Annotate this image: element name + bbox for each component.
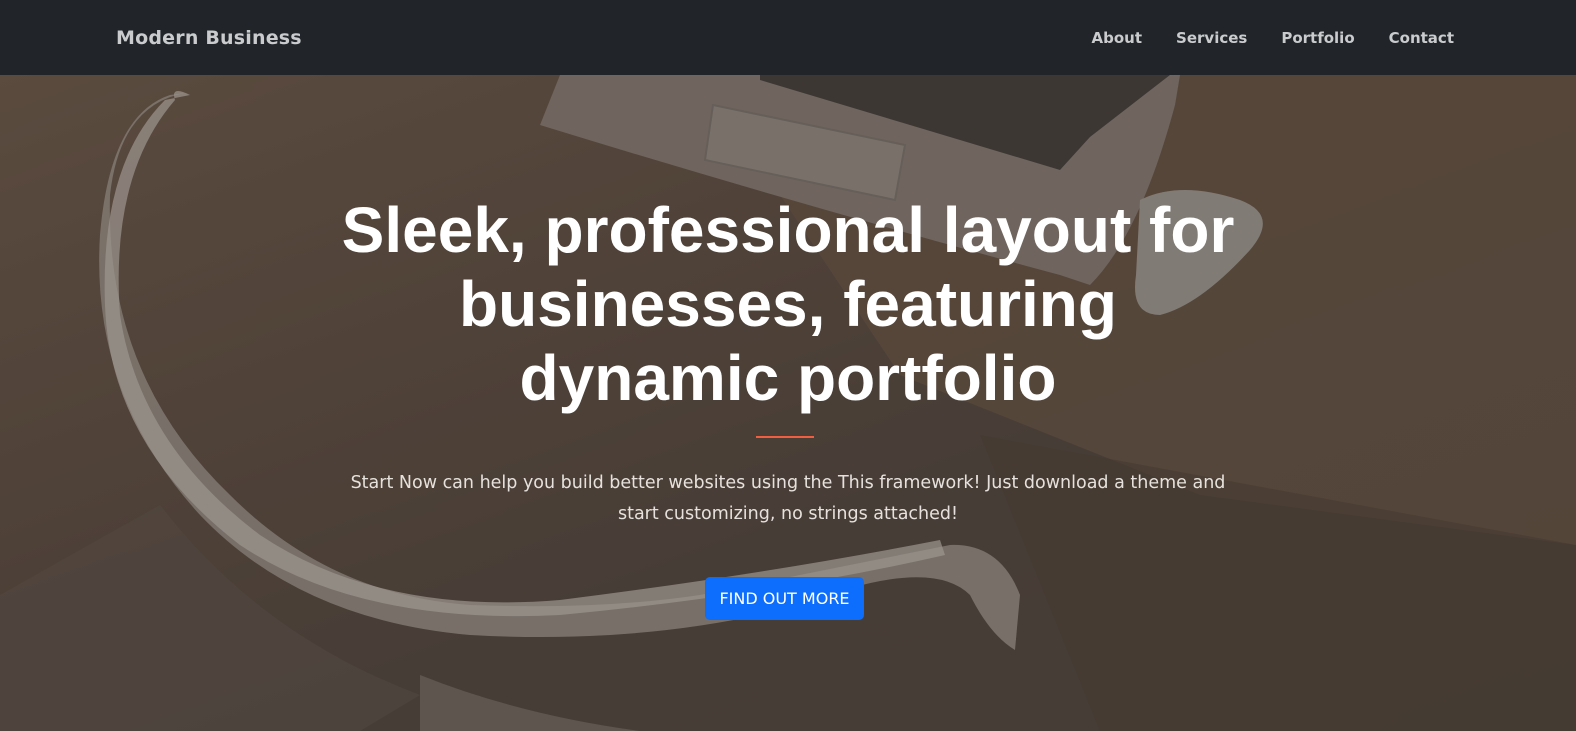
nav-links: About Services Portfolio Contact xyxy=(1092,29,1454,47)
hero-lead-text: Start Now can help you build better webs… xyxy=(350,473,1226,524)
brand-link[interactable]: Modern Business xyxy=(116,27,302,49)
navbar: Modern Business About Services Portfolio… xyxy=(0,0,1576,75)
nav-link-portfolio[interactable]: Portfolio xyxy=(1281,29,1354,47)
hero-section: Sleek, professional layout for businesse… xyxy=(0,75,1576,731)
nav-link-contact[interactable]: Contact xyxy=(1389,29,1454,47)
nav-link-services[interactable]: Services xyxy=(1176,29,1247,47)
find-out-more-button[interactable]: FIND OUT MORE xyxy=(705,577,864,620)
headline-divider xyxy=(756,436,814,438)
hero-content: Sleek, professional layout for businesse… xyxy=(0,75,1576,731)
nav-link-about[interactable]: About xyxy=(1092,29,1143,47)
hero-headline: Sleek, professional layout for businesse… xyxy=(341,194,1235,414)
